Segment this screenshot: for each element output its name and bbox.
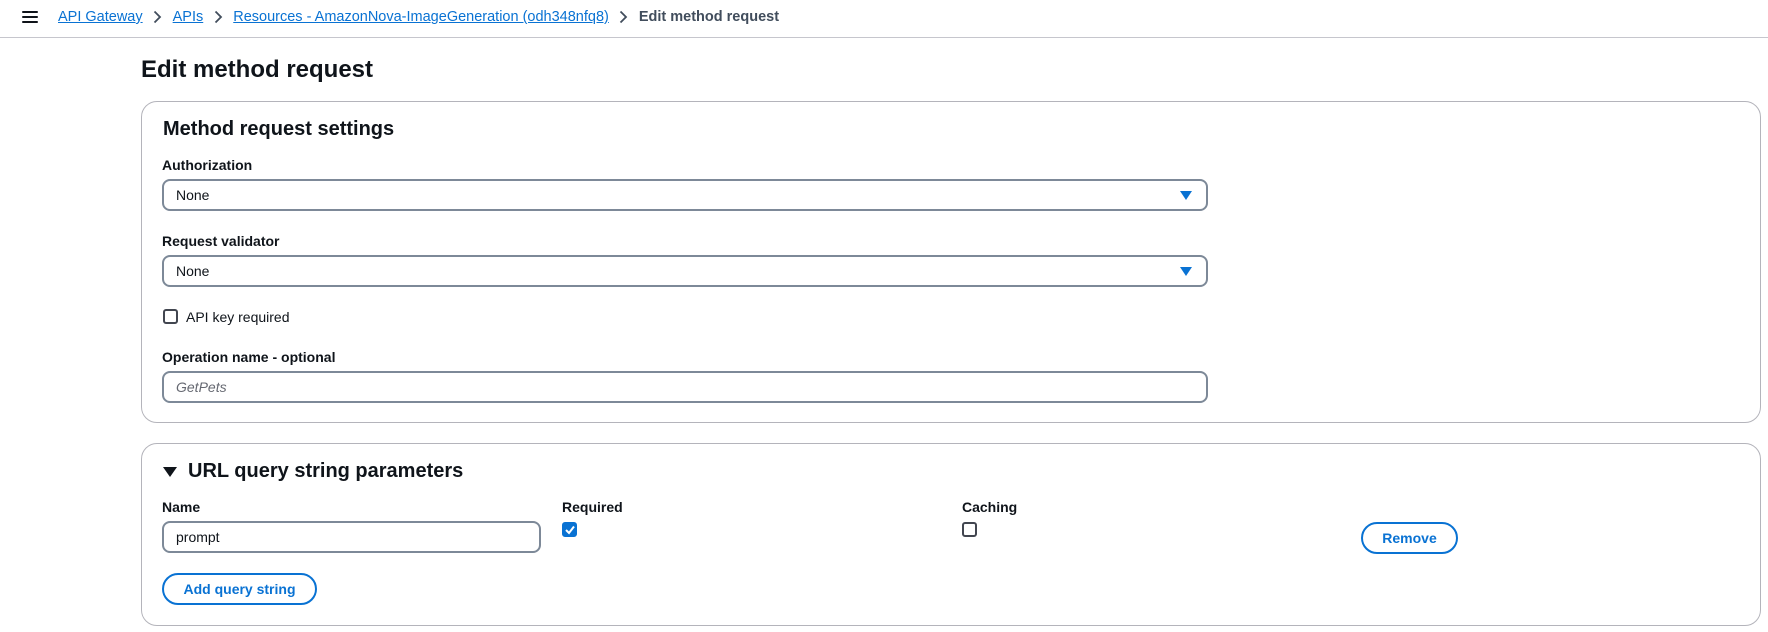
breadcrumb: API Gateway APIs Resources - AmazonNova-… xyxy=(58,9,779,25)
caching-column-header: Caching xyxy=(962,499,1018,515)
caret-down-icon xyxy=(1180,191,1192,200)
caret-down-filled-icon xyxy=(163,466,177,477)
section-title: URL query string parameters xyxy=(188,460,464,482)
url-query-string-parameters-card: URL query string parameters Name Require… xyxy=(141,443,1761,626)
breadcrumb-resources[interactable]: Resources - AmazonNova-ImageGeneration (… xyxy=(233,9,609,25)
page-title: Edit method request xyxy=(141,56,374,83)
authorization-label: Authorization xyxy=(162,157,253,173)
query-params-expand-toggle[interactable]: URL query string parameters xyxy=(162,460,463,483)
method-request-settings-card: Method request settings Authorization No… xyxy=(141,101,1761,423)
breadcrumb-apis[interactable]: APIs xyxy=(173,9,204,25)
breadcrumb-current: Edit method request xyxy=(638,9,780,25)
breadcrumb-api-gateway[interactable]: API Gateway xyxy=(58,9,143,25)
top-navigation-bar: API Gateway APIs Resources - AmazonNova-… xyxy=(0,0,1768,38)
authorization-select[interactable]: None xyxy=(162,179,1208,211)
operation-name-label: Operation name - optional xyxy=(162,349,336,365)
remove-button[interactable]: Remove xyxy=(1361,522,1458,554)
operation-name-input[interactable] xyxy=(162,371,1208,403)
api-key-required-label: API key required xyxy=(186,309,290,325)
query-param-caching-checkbox[interactable] xyxy=(962,522,977,537)
add-query-string-button[interactable]: Add query string xyxy=(162,573,317,605)
request-validator-label: Request validator xyxy=(162,233,280,249)
query-param-required-checkbox[interactable] xyxy=(562,522,577,537)
required-column-header: Required xyxy=(562,499,623,515)
request-validator-select[interactable]: None xyxy=(162,255,1208,287)
authorization-value: None xyxy=(176,187,210,203)
api-key-required-checkbox[interactable] xyxy=(163,309,178,324)
chevron-right-icon xyxy=(609,10,639,24)
section-title: Method request settings xyxy=(163,118,395,140)
name-column-header: Name xyxy=(162,499,201,515)
chevron-right-icon xyxy=(143,10,173,24)
query-param-name-input[interactable] xyxy=(162,521,541,553)
menu-icon[interactable] xyxy=(22,11,38,23)
request-validator-value: None xyxy=(176,263,210,279)
checkmark-icon xyxy=(565,525,575,535)
chevron-right-icon xyxy=(203,10,233,24)
caret-down-icon xyxy=(1180,267,1192,276)
